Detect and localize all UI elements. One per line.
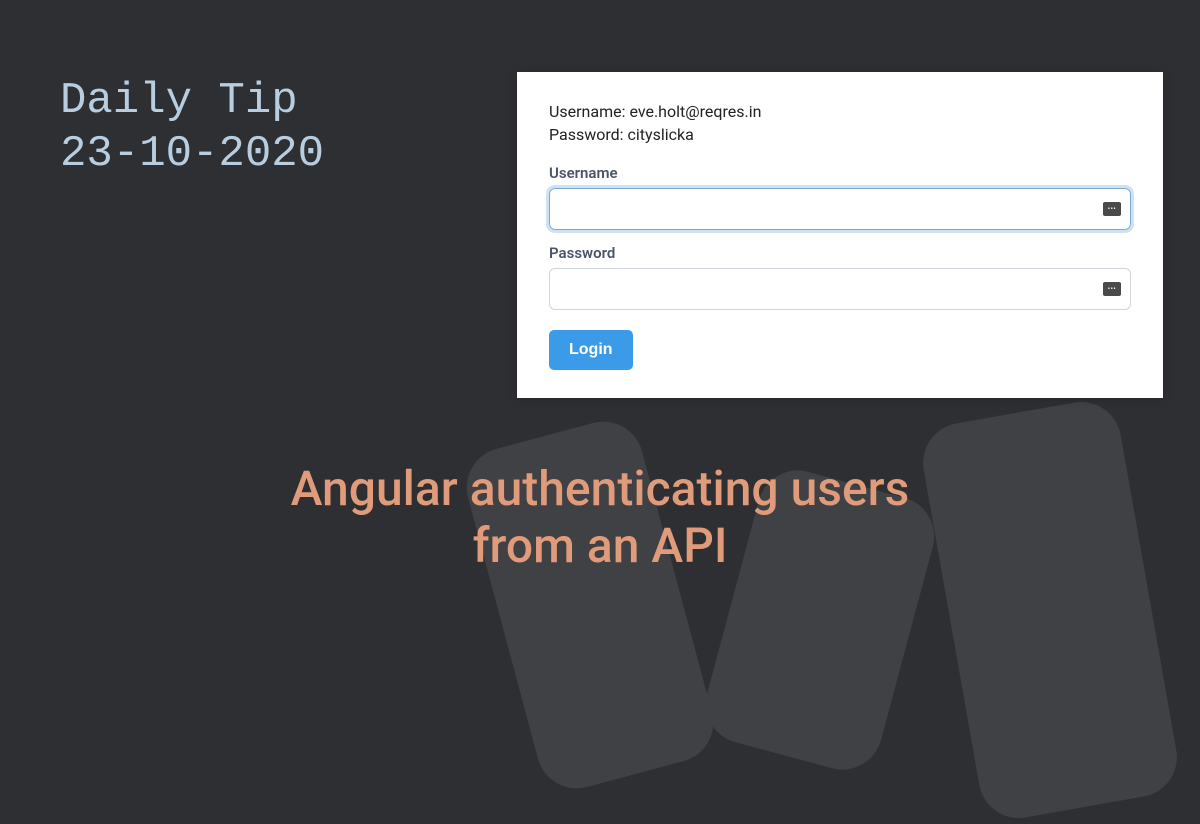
username-input[interactable] <box>549 188 1131 230</box>
article-title: Angular authenticating users from an API <box>0 460 1200 575</box>
hint-username: Username: eve.holt@reqres.in <box>549 100 1131 123</box>
autofill-icon[interactable] <box>1103 282 1121 296</box>
username-field-group: Username <box>549 164 1131 230</box>
title-line1: Angular authenticating users <box>60 460 1140 518</box>
title-line2: from an API <box>60 517 1140 575</box>
password-label: Password <box>549 244 1131 262</box>
login-form-card: Username: eve.holt@reqres.in Password: c… <box>517 72 1163 398</box>
credentials-hint: Username: eve.holt@reqres.in Password: c… <box>549 100 1131 146</box>
username-label: Username <box>549 164 1131 182</box>
password-input[interactable] <box>549 268 1131 310</box>
autofill-icon[interactable] <box>1103 202 1121 216</box>
login-button[interactable]: Login <box>549 330 633 370</box>
daily-tip-date: 23-10-2020 <box>60 128 324 181</box>
daily-tip-line1: Daily Tip <box>60 75 324 128</box>
daily-tip-header: Daily Tip 23-10-2020 <box>60 75 324 181</box>
password-field-group: Password <box>549 244 1131 310</box>
hint-password: Password: cityslicka <box>549 123 1131 146</box>
